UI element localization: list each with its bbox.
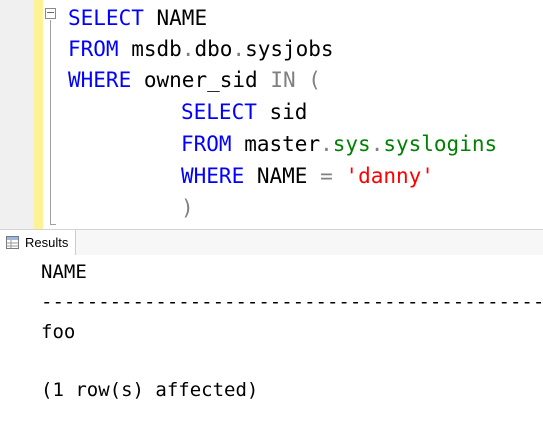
column-header: NAME [41,261,87,283]
identifier: NAME [156,6,208,30]
editor-gutter [0,0,34,229]
code-line-5[interactable]: FROM master.sys.syslogins [181,128,497,160]
schema-name: dbo [194,37,233,61]
header-separator: ----------------------------------------… [41,291,543,313]
collapse-toggle-icon[interactable]: − [45,7,56,19]
database-name: master [244,132,321,156]
database-name: msdb [131,37,182,61]
operator: IN [270,68,296,92]
dot: . [320,132,333,156]
keyword: FROM [181,132,232,156]
code-line-6[interactable]: WHERE NAME = 'danny' [181,160,434,192]
identifier: owner_sid [143,68,258,92]
code-line-4[interactable]: SELECT sid [181,96,307,128]
outline-line [50,20,51,224]
string-literal: 'danny' [345,164,434,188]
change-tracking-bar [34,0,43,229]
identifier: NAME [256,164,308,188]
tab-label: Results [25,235,69,250]
results-tab-bar: Results [0,229,543,256]
query-editor[interactable]: − SELECT NAME FROM msdb.dbo.sysjobs WHER… [0,0,543,229]
table-name: sysjobs [245,37,334,61]
results-pane[interactable]: NAME -----------------------------------… [0,255,543,422]
code-line-1[interactable]: SELECT NAME [68,2,207,34]
code-line-7[interactable]: ) [181,192,194,224]
code-line-2[interactable]: FROM msdb.dbo.sysjobs [68,33,334,65]
keyword: FROM [68,37,119,61]
operator: = [320,164,333,188]
keyword: SELECT [68,6,144,30]
code-line-3[interactable]: WHERE owner_sid IN ( [68,64,321,96]
keyword: WHERE [68,68,132,92]
result-row: foo [41,321,76,343]
tab-results[interactable]: Results [0,230,76,256]
paren: ( [308,68,321,92]
schema-name: sys [332,132,371,156]
paren: ) [181,196,194,220]
identifier: sid [269,100,308,124]
keyword: WHERE [181,164,245,188]
results-grid-icon [6,236,19,249]
dot: . [181,37,195,61]
outline-end [50,224,56,225]
dot: . [370,132,384,156]
table-name: syslogins [383,132,498,156]
dot: . [232,37,246,61]
rows-affected-message: (1 row(s) affected) [41,379,259,401]
keyword: SELECT [181,100,257,124]
